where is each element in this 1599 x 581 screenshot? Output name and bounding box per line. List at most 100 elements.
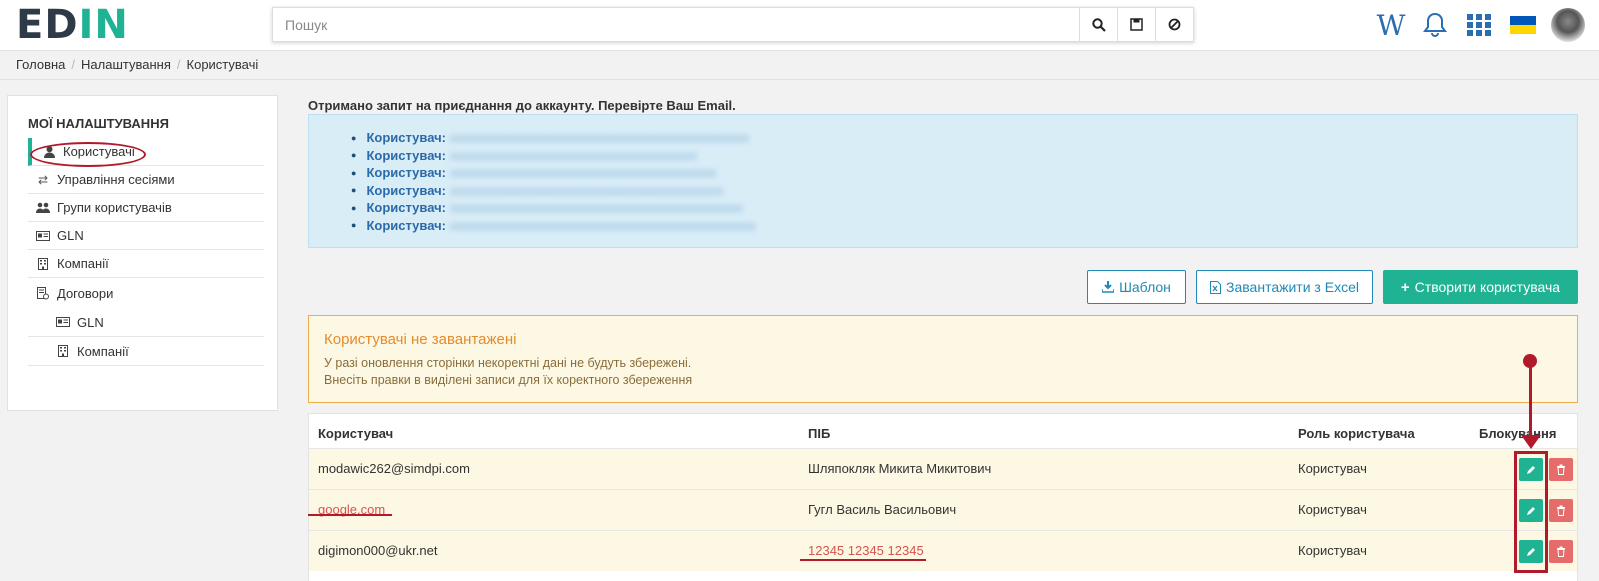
sidebar-item-label: Договори — [57, 285, 114, 301]
create-user-button-label: Створити користувача — [1414, 279, 1561, 295]
bell-icon — [1423, 12, 1447, 37]
blurred-user-details: xxxxxxxxxxxxxxxxxxxxxxxxxxxxxxxxxxxxxx — [450, 147, 697, 163]
user-label: Користувач: — [366, 217, 446, 233]
list-item: Користувач:xxxxxxxxxxxxxxxxxxxxxxxxxxxxx… — [351, 147, 756, 165]
breadcrumb-settings[interactable]: Налаштування — [81, 57, 171, 72]
user-label: Користувач: — [366, 200, 446, 216]
delete-button[interactable] — [1549, 540, 1573, 563]
user-label: Користувач: — [366, 147, 446, 163]
blurred-user-details: xxxxxxxxxxxxxxxxxxxxxxxxxxxxxxxxxxxxxxxx… — [450, 165, 717, 181]
upload-excel-button[interactable]: Завантажити з Excel — [1196, 270, 1373, 304]
pending-users-info: Користувач:xxxxxxxxxxxxxxxxxxxxxxxxxxxxx… — [308, 114, 1578, 248]
list-item: Користувач:xxxxxxxxxxxxxxxxxxxxxxxxxxxxx… — [351, 182, 756, 200]
table-row: google.com Гугл Василь Васильович Корист… — [309, 489, 1577, 530]
list-item: Користувач:xxxxxxxxxxxxxxxxxxxxxxxxxxxxx… — [351, 164, 756, 182]
building-icon — [36, 257, 50, 270]
join-request-notice: Отримано запит на приєднання до аккаунту… — [308, 98, 736, 113]
underline-annotation — [308, 514, 392, 516]
sidebar-item-label: Компанії — [57, 256, 109, 271]
breadcrumb-home[interactable]: Головна — [16, 57, 65, 72]
upload-excel-button-label: Завантажити з Excel — [1226, 279, 1359, 295]
arrow-head-annotation — [1521, 435, 1541, 449]
floppy-icon — [1130, 18, 1143, 31]
sidebar-item-label: GLN — [57, 228, 84, 243]
breadcrumb-separator: / — [176, 57, 181, 72]
id-card-icon — [36, 230, 50, 241]
cell-name: Шляпокляк Микита Микитович — [808, 461, 992, 476]
sidebar-item-label: Групи користувачів — [57, 200, 172, 215]
trash-icon — [1557, 464, 1565, 475]
sidebar-subitem-companies[interactable]: Компанії — [28, 337, 264, 366]
language-button[interactable] — [1501, 0, 1545, 50]
underline-annotation — [800, 559, 926, 561]
sidebar-item-companies[interactable]: Компанії — [28, 250, 264, 278]
sidebar-item-user-groups[interactable]: Групи користувачів — [28, 194, 264, 222]
warning-alert: Користувачі не завантажені У разі оновле… — [308, 315, 1578, 403]
cell-role: Користувач — [1298, 543, 1367, 558]
blurred-user-details: xxxxxxxxxxxxxxxxxxxxxxxxxxxxxxxxxxxxxxxx… — [450, 182, 723, 198]
logo-text-ed: ED — [16, 2, 79, 48]
breadcrumb: Головна / Налаштування / Користувачі — [16, 57, 258, 72]
list-item: Користувач:xxxxxxxxxxxxxxxxxxxxxxxxxxxxx… — [351, 217, 756, 235]
sidebar-item-sessions[interactable]: ⇄ Управління сесіями — [28, 166, 264, 194]
cell-name-invalid: 12345 12345 12345 — [808, 543, 924, 558]
table-row: modawic262@simdpi.com Шляпокляк Микита М… — [309, 448, 1577, 489]
template-button-label: Шаблон — [1119, 279, 1171, 295]
exchange-icon: ⇄ — [37, 172, 49, 187]
save-search-button[interactable] — [1117, 8, 1155, 41]
breadcrumb-divider — [0, 79, 1599, 80]
list-item: Користувач:xxxxxxxxxxxxxxxxxxxxxxxxxxxxx… — [351, 199, 756, 217]
sidebar-subitem-gln[interactable]: GLN — [28, 308, 264, 337]
cell-user: modawic262@simdpi.com — [318, 461, 470, 476]
highlight-box-annotation — [1514, 451, 1548, 573]
template-button[interactable]: Шаблон — [1087, 270, 1186, 304]
column-header-name: ПІБ — [808, 426, 831, 441]
warning-title: Користувачі не завантажені — [324, 331, 517, 348]
sidebar-item-gln[interactable]: GLN — [28, 222, 264, 250]
id-card-icon — [56, 317, 70, 327]
delete-button[interactable] — [1549, 499, 1573, 522]
user-label: Користувач: — [366, 165, 446, 181]
breadcrumb-separator: / — [71, 57, 76, 72]
warning-text-2: Внесіть правки в виділені записи для їх … — [324, 373, 693, 387]
download-icon — [1102, 281, 1115, 293]
user-label: Користувач: — [366, 130, 446, 146]
sidebar-title: МОЇ НАЛАШТУВАННЯ — [28, 116, 169, 131]
users-icon — [36, 202, 50, 213]
column-header-user: Користувач — [318, 426, 394, 441]
column-header-block: Блокування — [1479, 426, 1557, 441]
clear-search-button[interactable] — [1155, 8, 1193, 41]
search-icon — [1091, 17, 1106, 32]
blurred-user-details: xxxxxxxxxxxxxxxxxxxxxxxxxxxxxxxxxxxxxxxx… — [450, 217, 756, 233]
search-bar — [272, 7, 1194, 42]
notifications-button[interactable] — [1413, 0, 1457, 50]
table-row: digimon000@ukr.net 12345 12345 12345 Кор… — [309, 530, 1577, 571]
avatar[interactable] — [1551, 8, 1585, 42]
contract-icon — [36, 286, 50, 300]
trash-icon — [1557, 546, 1565, 557]
sidebar-item-contracts[interactable]: Договори — [28, 278, 264, 308]
grid-icon — [1467, 14, 1491, 36]
apps-button[interactable] — [1457, 0, 1501, 50]
column-header-role: Роль користувача — [1298, 426, 1415, 441]
highlight-ellipse-annotation — [30, 142, 146, 167]
delete-button[interactable] — [1549, 458, 1573, 481]
trash-icon — [1557, 505, 1565, 516]
edin-logo[interactable]: ED IN — [16, 2, 129, 48]
blurred-user-details: xxxxxxxxxxxxxxxxxxxxxxxxxxxxxxxxxxxxxxxx… — [450, 200, 743, 216]
sidebar-item-label: GLN — [77, 314, 104, 330]
warning-text-1: У разі оновлення сторінки некоректні дан… — [324, 356, 692, 370]
settings-sidebar: МОЇ НАЛАШТУВАННЯ Користувачі ⇄ Управлінн… — [7, 95, 278, 411]
wikipedia-icon: W — [1376, 8, 1406, 42]
blurred-user-details: xxxxxxxxxxxxxxxxxxxxxxxxxxxxxxxxxxxxxxxx… — [450, 130, 749, 146]
header-actions: W — [1369, 0, 1599, 50]
search-button[interactable] — [1079, 8, 1117, 41]
cell-name: Гугл Василь Васильович — [808, 502, 957, 517]
list-item: Користувач:xxxxxxxxxxxxxxxxxxxxxxxxxxxxx… — [351, 129, 756, 147]
ban-icon — [1168, 18, 1181, 31]
sidebar-item-label: Управління сесіями — [57, 172, 175, 187]
create-user-button[interactable]: + Створити користувача — [1383, 270, 1578, 304]
ukraine-flag-icon — [1510, 16, 1536, 34]
wiki-button[interactable]: W — [1369, 0, 1413, 50]
search-input[interactable] — [273, 8, 1079, 41]
